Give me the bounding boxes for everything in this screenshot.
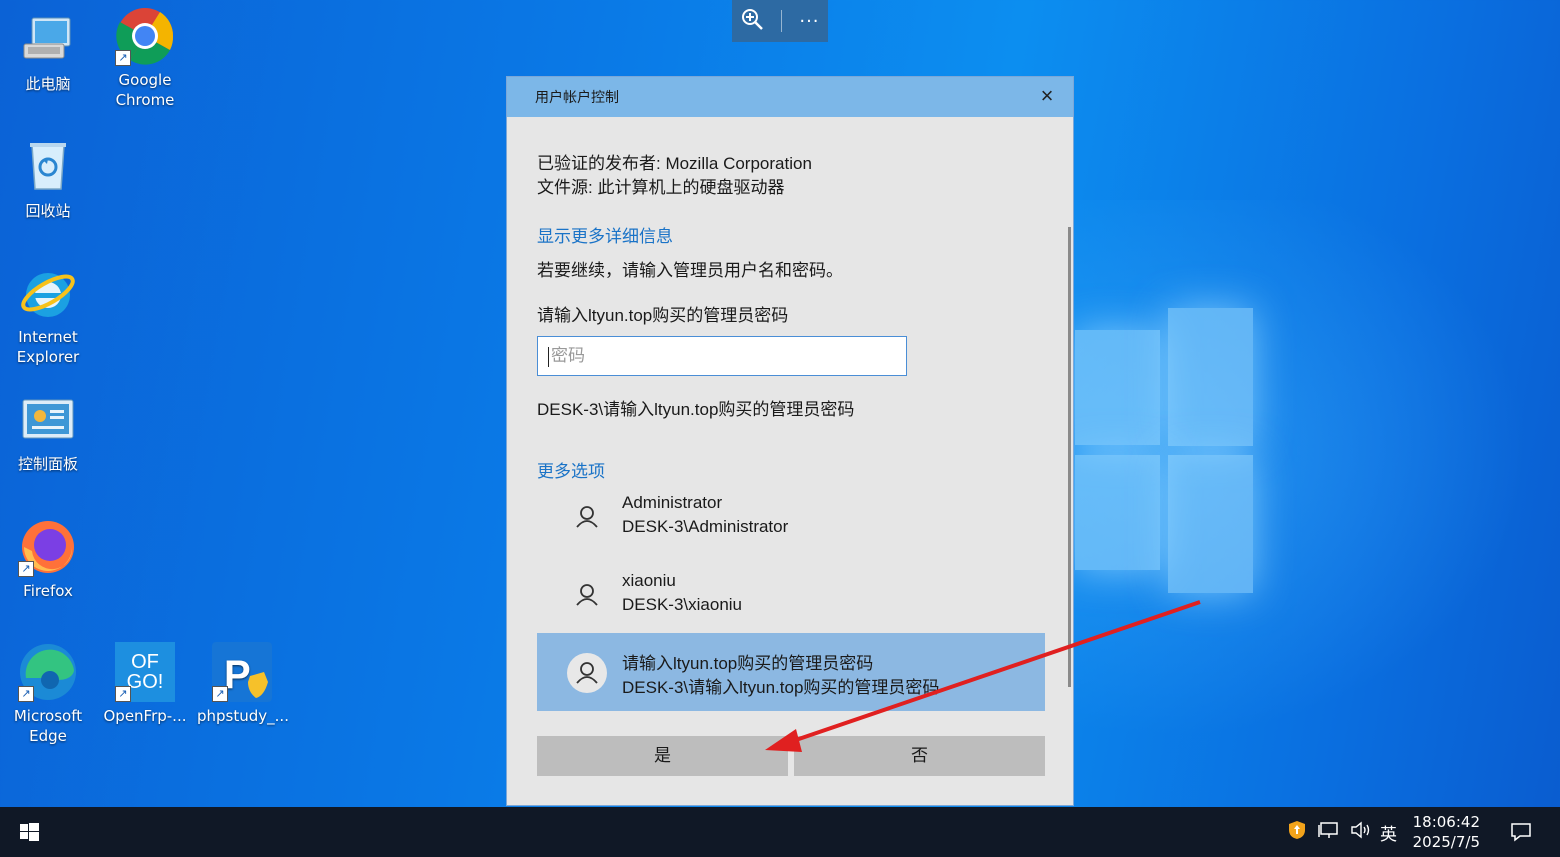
system-tray: 英	[1288, 807, 1397, 857]
account-item-administrator[interactable]: Administrator DESK-3\Administrator	[537, 477, 1045, 555]
notification-icon[interactable]	[1510, 821, 1532, 843]
account-domain: DESK-3\请输入ltyun.top购买的管理员密码	[622, 678, 940, 697]
taskbar: 英 18:06:42 2025/7/5	[0, 807, 1560, 857]
edge-icon: ↗	[18, 642, 78, 702]
uac-title: 用户帐户控制	[535, 89, 619, 105]
shortcut-arrow-icon: ↗	[18, 561, 34, 577]
file-origin-text: 文件源: 此计算机上的硬盘驱动器	[537, 178, 785, 197]
desktop-icon-control-panel[interactable]: 控制面板	[3, 390, 93, 474]
shortcut-arrow-icon: ↗	[115, 50, 131, 66]
shortcut-arrow-icon: ↗	[115, 686, 131, 702]
firefox-icon: ↗	[18, 517, 78, 577]
desktop-icon-firefox[interactable]: ↗ Firefox	[3, 517, 93, 601]
desktop-icon-this-pc[interactable]: 此电脑	[3, 10, 93, 94]
clock-time: 18:06:42	[1412, 813, 1480, 831]
desktop-icon-ie[interactable]: Internet Explorer	[3, 263, 93, 367]
openfrp-icon: OF GO! ↗	[115, 642, 175, 702]
user-icon	[567, 497, 607, 537]
desktop-icon-label: 回收站	[25, 202, 71, 220]
toolbar-separator	[781, 10, 783, 32]
domain-user-text: DESK-3\请输入ltyun.top购买的管理员密码	[537, 400, 855, 419]
prompt-text: 若要继续，请输入管理员用户名和密码。	[537, 261, 843, 280]
windows-logo-wallpaper	[1070, 300, 1260, 600]
chrome-icon: ↗	[115, 6, 175, 66]
password-placeholder: 密码	[551, 346, 585, 365]
yes-button[interactable]: 是	[537, 736, 788, 776]
shortcut-arrow-icon: ↗	[212, 686, 228, 702]
uac-dialog: 用户帐户控制 × 已验证的发布者: Mozilla Corporation 文件…	[506, 76, 1074, 806]
desktop-icon-label: Microsoft Edge	[13, 707, 83, 745]
desktop-icon-label: Google Chrome	[115, 71, 175, 109]
desktop-icon-label: Internet Explorer	[16, 328, 80, 366]
svg-text:P: P	[224, 653, 251, 697]
password-input[interactable]: 密码	[537, 336, 907, 376]
no-button[interactable]: 否	[794, 736, 1045, 776]
account-name: Administrator	[622, 493, 723, 512]
desktop-icon-phpstudy[interactable]: P ↗ phpstudy_...	[197, 642, 289, 726]
dialog-scrollbar[interactable]	[1068, 227, 1071, 687]
control-panel-icon	[18, 390, 78, 450]
user-icon	[567, 653, 607, 693]
account-item-xiaoniu[interactable]: xiaoniu DESK-3\xiaoniu	[537, 555, 1045, 633]
account-domain: DESK-3\xiaoniu	[622, 595, 743, 614]
clock-date: 2025/7/5	[1412, 833, 1480, 851]
account-name: 请输入ltyun.top购买的管理员密码	[622, 654, 874, 673]
desktop-icon-label: 此电脑	[25, 75, 71, 93]
zoom-in-icon[interactable]	[740, 7, 764, 35]
start-button[interactable]	[0, 807, 58, 857]
desktop-icon-label: Firefox	[23, 582, 73, 600]
network-icon[interactable]	[1318, 821, 1340, 843]
close-icon[interactable]: ×	[1037, 85, 1057, 107]
volume-icon[interactable]	[1350, 821, 1372, 843]
taskbar-clock[interactable]: 18:06:42 2025/7/5	[1413, 812, 1480, 852]
account-item-selected[interactable]: 请输入ltyun.top购买的管理员密码 DESK-3\请输入ltyun.top…	[537, 633, 1045, 711]
this-pc-icon	[18, 10, 78, 70]
windows-start-icon	[20, 823, 39, 841]
more-options-button[interactable]: ···	[799, 11, 819, 32]
publisher-text: 已验证的发布者: Mozilla Corporation	[537, 154, 812, 173]
desktop-icon-recycle-bin[interactable]: 回收站	[3, 137, 93, 221]
text-caret	[548, 346, 549, 367]
shortcut-arrow-icon: ↗	[18, 686, 34, 702]
security-shield-icon[interactable]	[1288, 820, 1306, 844]
input-method-indicator[interactable]: 英	[1380, 820, 1397, 845]
desktop-icon-label: phpstudy_...	[197, 707, 289, 725]
desktop-icon-openfrp[interactable]: OF GO! ↗ OpenFrp-...	[100, 642, 190, 726]
phpstudy-icon: P ↗	[212, 642, 272, 702]
desktop-icon-label: 控制面板	[17, 455, 78, 473]
uac-title-bar: 用户帐户控制 ×	[507, 77, 1073, 117]
user-heading: 请输入ltyun.top购买的管理员密码	[537, 306, 789, 325]
magnifier-toolbar: ···	[732, 0, 828, 42]
openfrp-logo-text: OF GO!	[126, 651, 164, 693]
ie-icon	[18, 263, 78, 323]
user-icon	[567, 575, 607, 615]
desktop-icon-label: OpenFrp-...	[103, 707, 187, 725]
account-name: xiaoniu	[622, 571, 676, 590]
desktop-icon-chrome[interactable]: ↗ Google Chrome	[100, 6, 190, 110]
recycle-bin-icon	[18, 137, 78, 197]
show-details-link[interactable]: 显示更多详细信息	[537, 222, 673, 247]
desktop-icon-edge[interactable]: ↗ Microsoft Edge	[3, 642, 93, 746]
account-domain: DESK-3\Administrator	[622, 517, 789, 536]
